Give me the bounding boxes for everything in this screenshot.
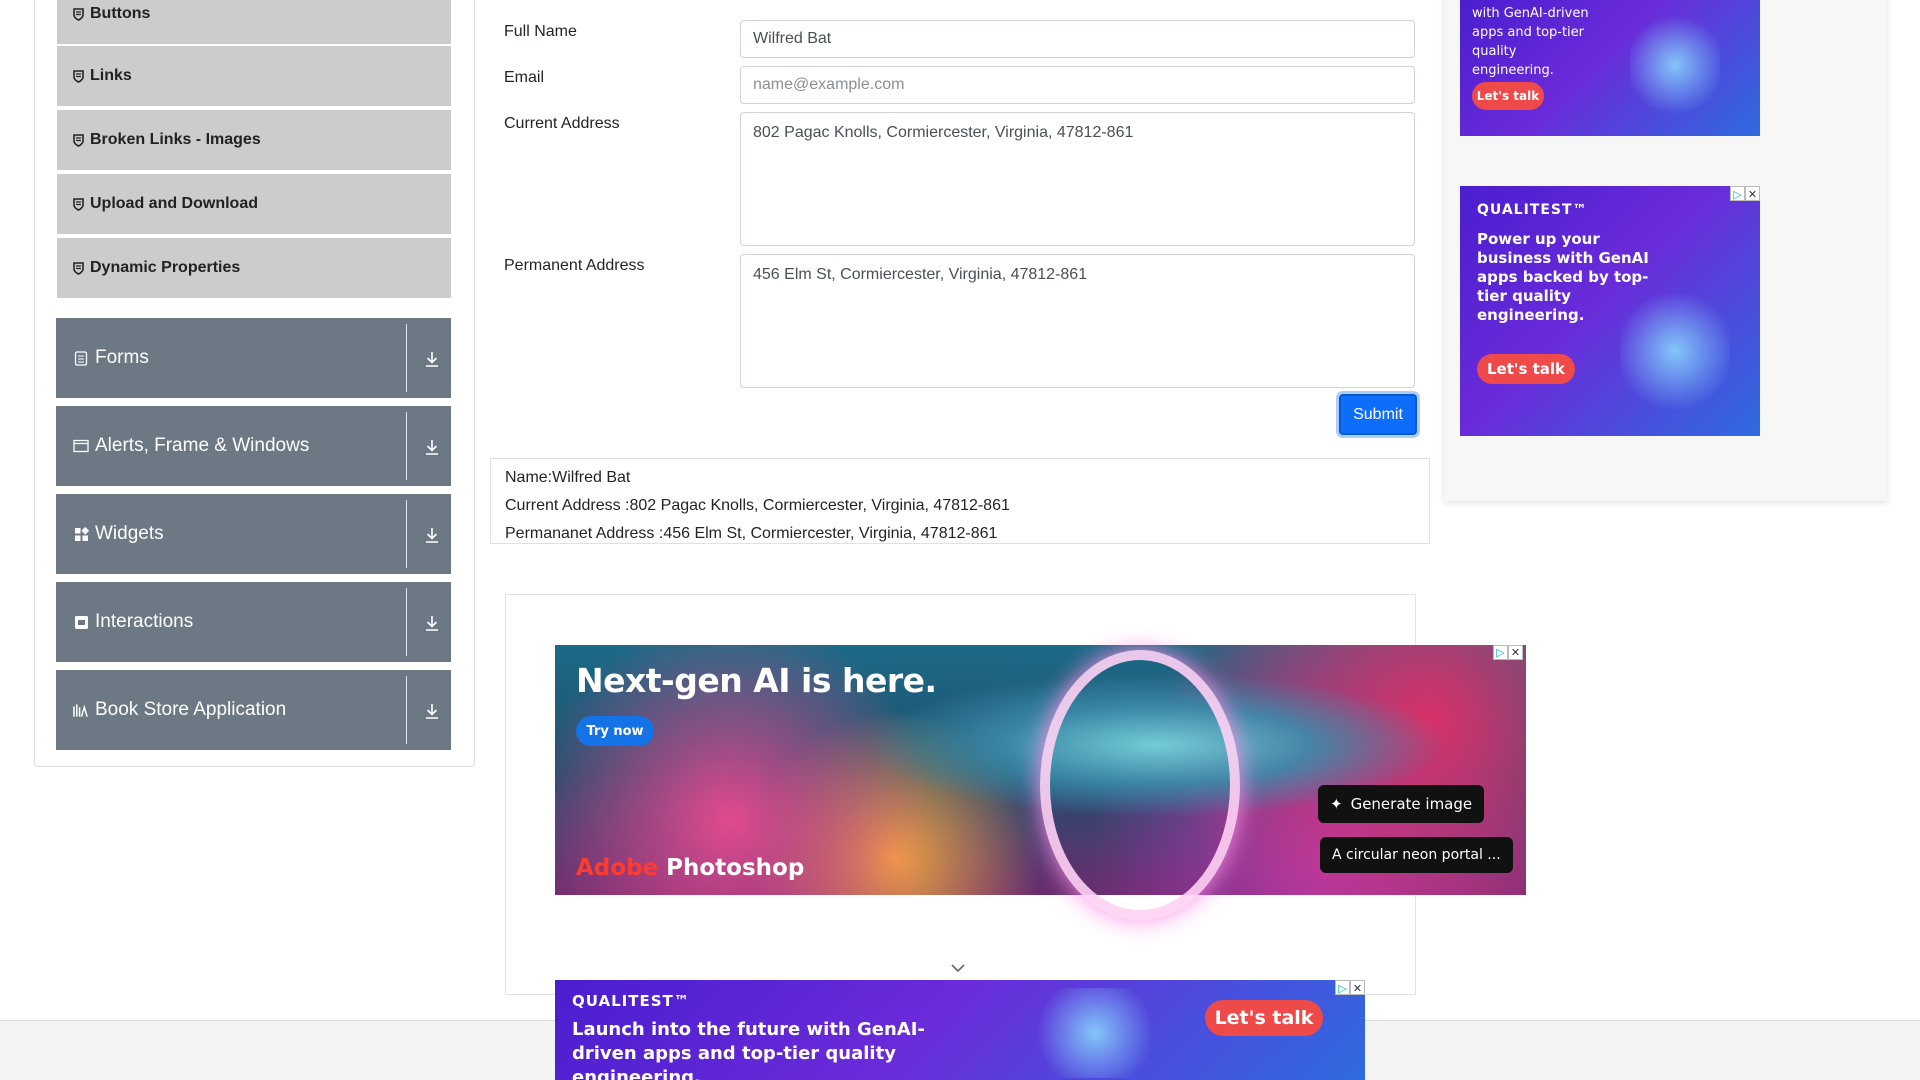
sidebar-item-label: Dynamic Properties xyxy=(90,259,241,276)
sidebar-group-label: Forms xyxy=(95,347,149,368)
right-ad[interactable]: QUALITEST™ Power up your business with G… xyxy=(1460,186,1760,436)
sidebar-group-label: Interactions xyxy=(95,611,194,632)
submit-button[interactable]: Submit xyxy=(1339,394,1417,435)
email-input[interactable]: name@example.com xyxy=(740,66,1415,104)
shield-icon xyxy=(72,69,84,83)
download-icon[interactable] xyxy=(422,700,442,722)
permanent-address-label: Permanent Address xyxy=(504,257,645,274)
output-current-address: Current Address :802 Pagac Knolls, Cormi… xyxy=(505,497,1010,514)
sparkle-icon: ✦ xyxy=(1330,795,1343,813)
group-divider xyxy=(406,500,407,568)
bottom-ad[interactable]: QUALITEST™ Launch into the future with G… xyxy=(555,980,1365,1080)
bottom-ad-text: Launch into the future with GenAI-driven… xyxy=(572,1019,925,1080)
portal-graphic xyxy=(1040,650,1240,920)
window-icon xyxy=(73,438,89,454)
sidebar-item-upload-download[interactable]: Upload and Download xyxy=(57,174,451,236)
group-divider xyxy=(406,676,407,744)
chip-label: Generate image xyxy=(1350,795,1473,813)
adchoices[interactable]: ▷ ✕ xyxy=(1493,645,1920,660)
download-icon[interactable] xyxy=(422,524,442,546)
sidebar-group-interactions[interactable]: Interactions xyxy=(56,582,451,662)
sidebar-panel: Buttons Links Broken Links - Images Uplo… xyxy=(34,0,475,767)
robot-hand-graphic xyxy=(1025,988,1165,1078)
sidebar-item-label: Links xyxy=(90,67,132,84)
download-icon[interactable] xyxy=(422,436,442,458)
output-permanent-address: Permananet Address :456 Elm St, Cormierc… xyxy=(505,525,998,542)
sidebar-group-alerts[interactable]: Alerts, Frame & Windows xyxy=(56,406,451,486)
qualitest-brand: QUALITEST™ xyxy=(1477,202,1588,218)
sidebar-group-book-store[interactable]: Book Store Application xyxy=(56,670,451,750)
sidebar-group-label: Widgets xyxy=(95,523,164,544)
lets-talk-button[interactable]: Let's talk xyxy=(1472,82,1544,110)
shield-icon xyxy=(72,7,84,21)
group-divider xyxy=(406,324,407,392)
sidebar-group-forms[interactable]: Forms xyxy=(56,318,451,398)
permanent-address-textarea[interactable]: 456 Elm St, Cormiercester, Virginia, 478… xyxy=(740,254,1415,388)
book-icon xyxy=(73,702,89,718)
adchoices[interactable]: ▷ ✕ xyxy=(1335,980,1365,995)
sidebar-group-label: Alerts, Frame & Windows xyxy=(95,435,310,456)
close-icon[interactable]: ✕ xyxy=(1350,980,1365,995)
close-icon[interactable]: ✕ xyxy=(1745,186,1760,201)
close-icon[interactable]: ✕ xyxy=(1508,645,1523,660)
sidebar-item-broken-links[interactable]: Broken Links - Images xyxy=(57,110,451,172)
try-now-button[interactable]: Try now xyxy=(576,716,654,746)
sidebar-item-label: Broken Links - Images xyxy=(90,131,261,148)
ad-headline: Next-gen AI is here. xyxy=(576,661,937,700)
full-name-input[interactable]: Wilfred Bat xyxy=(740,20,1415,58)
widgets-icon xyxy=(73,526,89,542)
adchoices-icon[interactable]: ▷ xyxy=(1493,645,1508,660)
adchoices-icon[interactable]: ▷ xyxy=(1335,980,1350,995)
group-divider xyxy=(406,412,407,480)
top-right-ad-text: with GenAI-driven apps and top-tier qual… xyxy=(1472,6,1589,78)
lets-talk-button[interactable]: Let's talk xyxy=(1477,354,1575,384)
adchoices[interactable]: ▷ ✕ xyxy=(1730,186,1760,201)
qualitest-brand: QUALITEST™ xyxy=(572,992,690,1010)
top-right-ad[interactable]: with GenAI-driven apps and top-tier qual… xyxy=(1460,0,1760,136)
output-name: Name:Wilfred Bat xyxy=(505,469,631,486)
shield-icon xyxy=(72,197,84,211)
sidebar-group-widgets[interactable]: Widgets xyxy=(56,494,451,574)
sidebar-group-label: Book Store Application xyxy=(95,699,287,720)
adobe-photoshop-logo: Adobe Photoshop xyxy=(576,855,804,881)
group-divider xyxy=(406,588,407,656)
sidebar-item-label: Buttons xyxy=(90,5,151,22)
adobe-brand: Adobe xyxy=(576,855,659,881)
shield-icon xyxy=(72,261,84,275)
lets-talk-button[interactable]: Let's talk xyxy=(1205,1000,1323,1036)
download-icon[interactable] xyxy=(422,348,442,370)
shield-icon xyxy=(72,133,84,147)
form-icon xyxy=(73,350,89,366)
full-name-label: Full Name xyxy=(504,23,577,40)
generate-image-chip: ✦ Generate image xyxy=(1318,785,1485,823)
sidebar-item-links[interactable]: Links xyxy=(57,46,451,108)
photoshop-brand: Photoshop xyxy=(666,855,805,881)
robot-hand-graphic xyxy=(1630,10,1720,120)
interactions-icon xyxy=(73,614,89,630)
chevron-down-icon[interactable] xyxy=(950,960,966,978)
sidebar-item-dynamic-properties[interactable]: Dynamic Properties xyxy=(57,238,451,300)
sidebar-item-label: Upload and Download xyxy=(90,195,258,212)
prompt-chip: A circular neon portal ... xyxy=(1320,837,1513,873)
current-address-label: Current Address xyxy=(504,115,620,132)
sidebar-item-buttons[interactable]: Buttons xyxy=(57,0,451,46)
email-label: Email xyxy=(504,69,545,86)
current-address-textarea[interactable]: 802 Pagac Knolls, Cormiercester, Virgini… xyxy=(740,112,1415,246)
robot-hand-graphic xyxy=(1620,286,1730,416)
output-panel: Name:Wilfred Bat Current Address :802 Pa… xyxy=(490,458,1430,544)
adchoices-icon[interactable]: ▷ xyxy=(1730,186,1745,201)
download-icon[interactable] xyxy=(422,612,442,634)
